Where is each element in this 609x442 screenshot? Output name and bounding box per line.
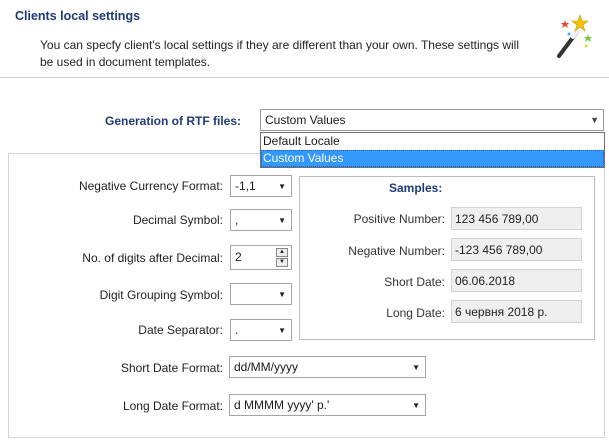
digits-after-decimal-value: 2 <box>235 250 242 264</box>
negative-number-label: Negative Number: <box>348 244 445 258</box>
negative-currency-format-label: Negative Currency Format: <box>78 179 223 193</box>
page-title: Clients local settings <box>15 9 141 23</box>
page-description: You can specfy client's local settings i… <box>40 38 519 69</box>
rtf-option-default-locale[interactable]: Default Locale <box>261 133 604 150</box>
rtf-option-custom-values[interactable]: Custom Values <box>261 150 604 167</box>
short-date-format-select[interactable]: dd/MM/yyyy ▼ <box>229 356 426 378</box>
negative-currency-format-select[interactable]: -1,1 ▼ <box>230 175 292 197</box>
long-date-format-select[interactable]: d MMMM yyyy' р.' ▼ <box>229 394 426 416</box>
chevron-down-icon[interactable]: ▼ <box>278 216 286 225</box>
chevron-down-icon[interactable]: ▼ <box>278 182 286 191</box>
chevron-down-icon[interactable]: ▼ <box>278 290 286 299</box>
long-date-format-value: d MMMM yyyy' р.' <box>234 398 330 412</box>
digits-after-decimal-label: No. of digits after Decimal: <box>82 251 223 265</box>
chevron-down-icon[interactable]: ▼ <box>590 115 599 125</box>
date-separator-label: Date Separator: <box>138 323 223 337</box>
short-date-sample: 06.06.2018 <box>451 269 582 292</box>
stepper-up-icon[interactable]: ▲ <box>276 248 288 257</box>
rtf-generation-dropdown-list: Default Locale Custom Values <box>260 132 605 168</box>
negative-number-sample: -123 456 789,00 <box>451 238 582 261</box>
negative-currency-format-value: -1,1 <box>235 179 256 193</box>
rtf-generation-value: Custom Values <box>265 113 346 127</box>
digit-grouping-symbol-select[interactable]: ▼ <box>230 283 292 305</box>
long-date-label: Long Date: <box>386 306 445 320</box>
magic-wand-icon <box>557 14 592 58</box>
decimal-symbol-label: Decimal Symbol: <box>132 213 223 227</box>
chevron-down-icon[interactable]: ▼ <box>412 363 420 372</box>
date-separator-select[interactable]: . ▼ <box>230 319 292 341</box>
long-date-format-label: Long Date Format: <box>122 399 223 413</box>
short-date-label: Short Date: <box>384 275 445 289</box>
header-divider <box>0 77 609 78</box>
short-date-format-value: dd/MM/yyyy <box>234 360 299 374</box>
stepper-down-icon[interactable]: ▼ <box>276 258 288 267</box>
digits-after-decimal-stepper[interactable]: 2 ▲ ▼ <box>230 245 292 270</box>
positive-number-sample: 123 456 789,00 <box>451 207 582 230</box>
chevron-down-icon[interactable]: ▼ <box>412 401 420 410</box>
long-date-sample: 6 червня 2018 р. <box>451 300 582 323</box>
date-separator-value: . <box>235 323 239 337</box>
positive-number-label: Positive Number: <box>353 212 445 226</box>
rtf-generation-select[interactable]: Custom Values ▼ <box>260 109 604 131</box>
samples-title: Samples: <box>389 181 443 195</box>
short-date-format-label: Short Date Format: <box>120 361 223 375</box>
rtf-generation-label: Generation of RTF files: <box>105 114 242 128</box>
decimal-symbol-value: , <box>235 213 239 227</box>
decimal-symbol-select[interactable]: , ▼ <box>230 209 292 231</box>
digit-grouping-symbol-label: Digit Grouping Symbol: <box>99 288 223 302</box>
chevron-down-icon[interactable]: ▼ <box>278 326 286 335</box>
